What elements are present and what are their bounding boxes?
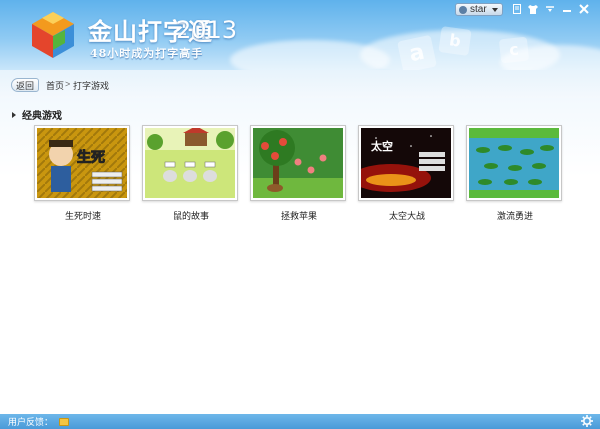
user-menu[interactable]: star <box>455 3 503 16</box>
game-thumbnail[interactable] <box>466 125 562 201</box>
game-thumbnail[interactable] <box>250 125 346 201</box>
game-card[interactable]: 太空 太空大战 <box>358 125 456 222</box>
minimize-icon[interactable] <box>560 3 574 15</box>
game-name[interactable]: 太空大战 <box>358 209 456 222</box>
svg-text:生死: 生死 <box>77 149 105 166</box>
back-button[interactable]: 返回 <box>11 78 39 92</box>
decorative-key-icon: c <box>498 36 530 64</box>
triangle-right-icon <box>12 111 16 118</box>
status-bar: 用户反馈： <box>0 414 600 429</box>
game-thumbnail[interactable] <box>142 125 238 201</box>
breadcrumb-bar: 返回 首页 > 打字游戏 <box>0 70 600 98</box>
game-name[interactable]: 激流勇进 <box>466 209 564 222</box>
game-card[interactable]: 生死 生死时速 <box>34 125 132 222</box>
breadcrumb-home[interactable]: 首页 <box>46 79 64 92</box>
game-card[interactable]: 鼠的故事 <box>142 125 240 222</box>
feedback-label: 用户反馈： <box>8 417 54 427</box>
game-thumbnail-image: 太空 <box>361 128 451 198</box>
game-thumbnail-image <box>469 128 559 198</box>
app-slogan: 48小时成为打字高手 <box>90 47 204 60</box>
note-icon[interactable] <box>510 3 524 15</box>
section-title: 经典游戏 <box>22 111 62 122</box>
game-card[interactable]: 激流勇进 <box>466 125 564 222</box>
svg-text:太空: 太空 <box>370 139 393 153</box>
menu-icon[interactable] <box>543 3 557 15</box>
game-name[interactable]: 拯救苹果 <box>250 209 348 222</box>
gear-icon[interactable] <box>581 415 593 427</box>
game-card[interactable]: 拯救苹果 <box>250 125 348 222</box>
game-thumbnail[interactable]: 太空 <box>358 125 454 201</box>
game-thumbnail-image: 生死 <box>37 128 127 198</box>
decorative-key-icon: a <box>397 34 437 70</box>
username: star <box>470 4 487 15</box>
decorative-key-icon: b <box>438 26 472 56</box>
breadcrumb-separator: > <box>65 79 71 89</box>
user-icon <box>459 5 467 14</box>
game-name[interactable]: 生死时速 <box>34 209 132 222</box>
main-content: 经典游戏 生死 生死时速 鼠的故事 拯救苹果 太空 太空大战 激流勇进 <box>0 98 600 414</box>
app-year: 2013 <box>176 16 238 44</box>
game-thumbnail[interactable]: 生死 <box>34 125 130 201</box>
skin-icon[interactable] <box>526 3 540 15</box>
game-thumbnail-image <box>145 128 235 198</box>
breadcrumb-current: 打字游戏 <box>73 81 110 91</box>
close-icon[interactable] <box>577 3 591 15</box>
mail-icon[interactable] <box>59 417 70 426</box>
chevron-down-icon <box>491 7 498 12</box>
section-header: 经典游戏 <box>12 107 62 122</box>
kingsoft-logo-icon <box>32 12 74 58</box>
game-thumbnail-image <box>253 128 343 198</box>
app-header: a b c 金山打字通 2013 48小时成为打字高手 star <box>0 0 600 70</box>
game-name[interactable]: 鼠的故事 <box>142 209 240 222</box>
